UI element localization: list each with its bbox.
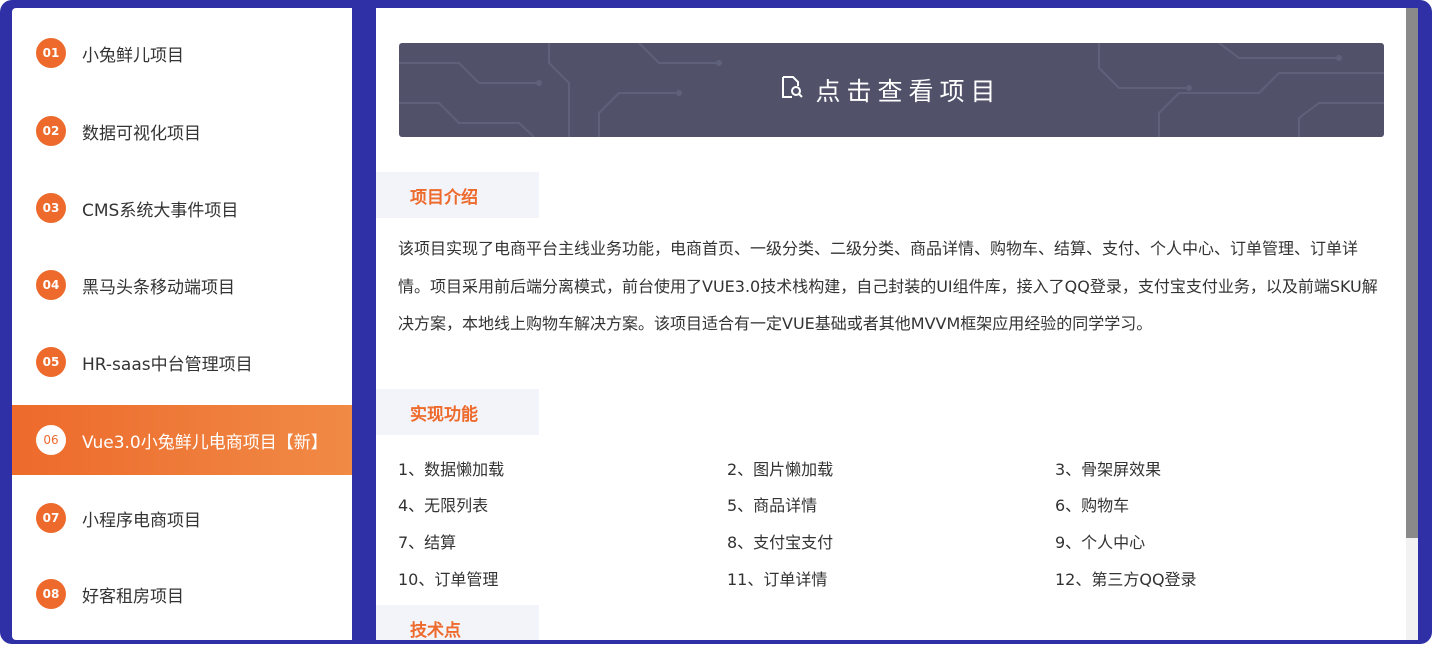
feature-item: 1、数据懒加载 bbox=[398, 460, 505, 479]
scrollbar-thumb[interactable] bbox=[1406, 8, 1418, 538]
feature-item: 4、无限列表 bbox=[398, 496, 489, 515]
feature-item: 12、第三方QQ登录 bbox=[1055, 570, 1197, 589]
item-number-badge: 07 bbox=[36, 503, 66, 533]
item-number-badge: 04 bbox=[36, 270, 66, 300]
project-detail-panel: 点击查看项目 项目介绍 该项目实现了电商平台主线业务功能，电商首页、一级分类、二… bbox=[376, 8, 1418, 640]
feature-item: 5、商品详情 bbox=[727, 496, 818, 515]
project-intro-text: 该项目实现了电商平台主线业务功能，电商首页、一级分类、二级分类、商品详情、购物车… bbox=[398, 239, 1378, 333]
sidebar-item-label: 小兔鲜儿项目 bbox=[82, 45, 184, 66]
sidebar-item-label: CMS系统大事件项目 bbox=[82, 200, 239, 221]
item-number-badge: 05 bbox=[36, 347, 66, 377]
document-search-icon bbox=[781, 75, 804, 105]
sidebar-item-label: Vue3.0小兔鲜儿电商项目【新】 bbox=[82, 432, 328, 453]
item-number-badge: 08 bbox=[36, 579, 66, 609]
sidebar-item-02[interactable]: 02 数据可视化项目 bbox=[12, 96, 352, 166]
sidebar-item-label: HR-saas中台管理项目 bbox=[82, 354, 253, 375]
feature-item: 6、购物车 bbox=[1055, 496, 1130, 515]
sidebar-item-label: 小程序电商项目 bbox=[82, 510, 201, 531]
sidebar-item-label: 好客租房项目 bbox=[82, 586, 184, 607]
sidebar-item-label: 黑马头条移动端项目 bbox=[82, 277, 235, 298]
feature-item: 10、订单管理 bbox=[398, 570, 499, 589]
feature-item: 11、订单详情 bbox=[727, 570, 828, 589]
feature-item: 2、图片懒加载 bbox=[727, 460, 834, 479]
view-project-button[interactable]: 点击查看项目 bbox=[399, 43, 1384, 137]
sidebar-item-label: 数据可视化项目 bbox=[82, 123, 201, 144]
section-title-features: 实现功能 bbox=[376, 389, 539, 435]
view-project-label: 点击查看项目 bbox=[815, 77, 1002, 106]
feature-item: 7、结算 bbox=[398, 533, 457, 552]
sidebar-item-07[interactable]: 07 小程序电商项目 bbox=[12, 483, 352, 553]
feature-item: 9、个人中心 bbox=[1055, 533, 1146, 552]
sidebar-item-06-active[interactable]: 06 Vue3.0小兔鲜儿电商项目【新】 bbox=[12, 405, 352, 475]
feature-item: 3、骨架屏效果 bbox=[1055, 460, 1162, 479]
sidebar-item-04[interactable]: 04 黑马头条移动端项目 bbox=[12, 250, 352, 320]
item-number-badge: 03 bbox=[36, 193, 66, 223]
sidebar-item-01[interactable]: 01 小兔鲜儿项目 bbox=[12, 18, 352, 88]
sidebar-item-03[interactable]: 03 CMS系统大事件项目 bbox=[12, 173, 352, 243]
section-title-tech: 技术点 bbox=[376, 605, 539, 640]
text-cursor bbox=[217, 432, 218, 450]
project-sidebar: 01 小兔鲜儿项目 02 数据可视化项目 03 CMS系统大事件项目 04 黑马… bbox=[12, 8, 352, 640]
section-title-intro: 项目介绍 bbox=[376, 172, 539, 218]
feature-item: 8、支付宝支付 bbox=[727, 533, 834, 552]
item-number-badge: 02 bbox=[36, 116, 66, 146]
item-number-badge: 06 bbox=[36, 425, 66, 455]
sidebar-item-08[interactable]: 08 好客租房项目 bbox=[12, 559, 352, 629]
item-number-badge: 01 bbox=[36, 38, 66, 68]
sidebar-item-05[interactable]: 05 HR-saas中台管理项目 bbox=[12, 327, 352, 397]
